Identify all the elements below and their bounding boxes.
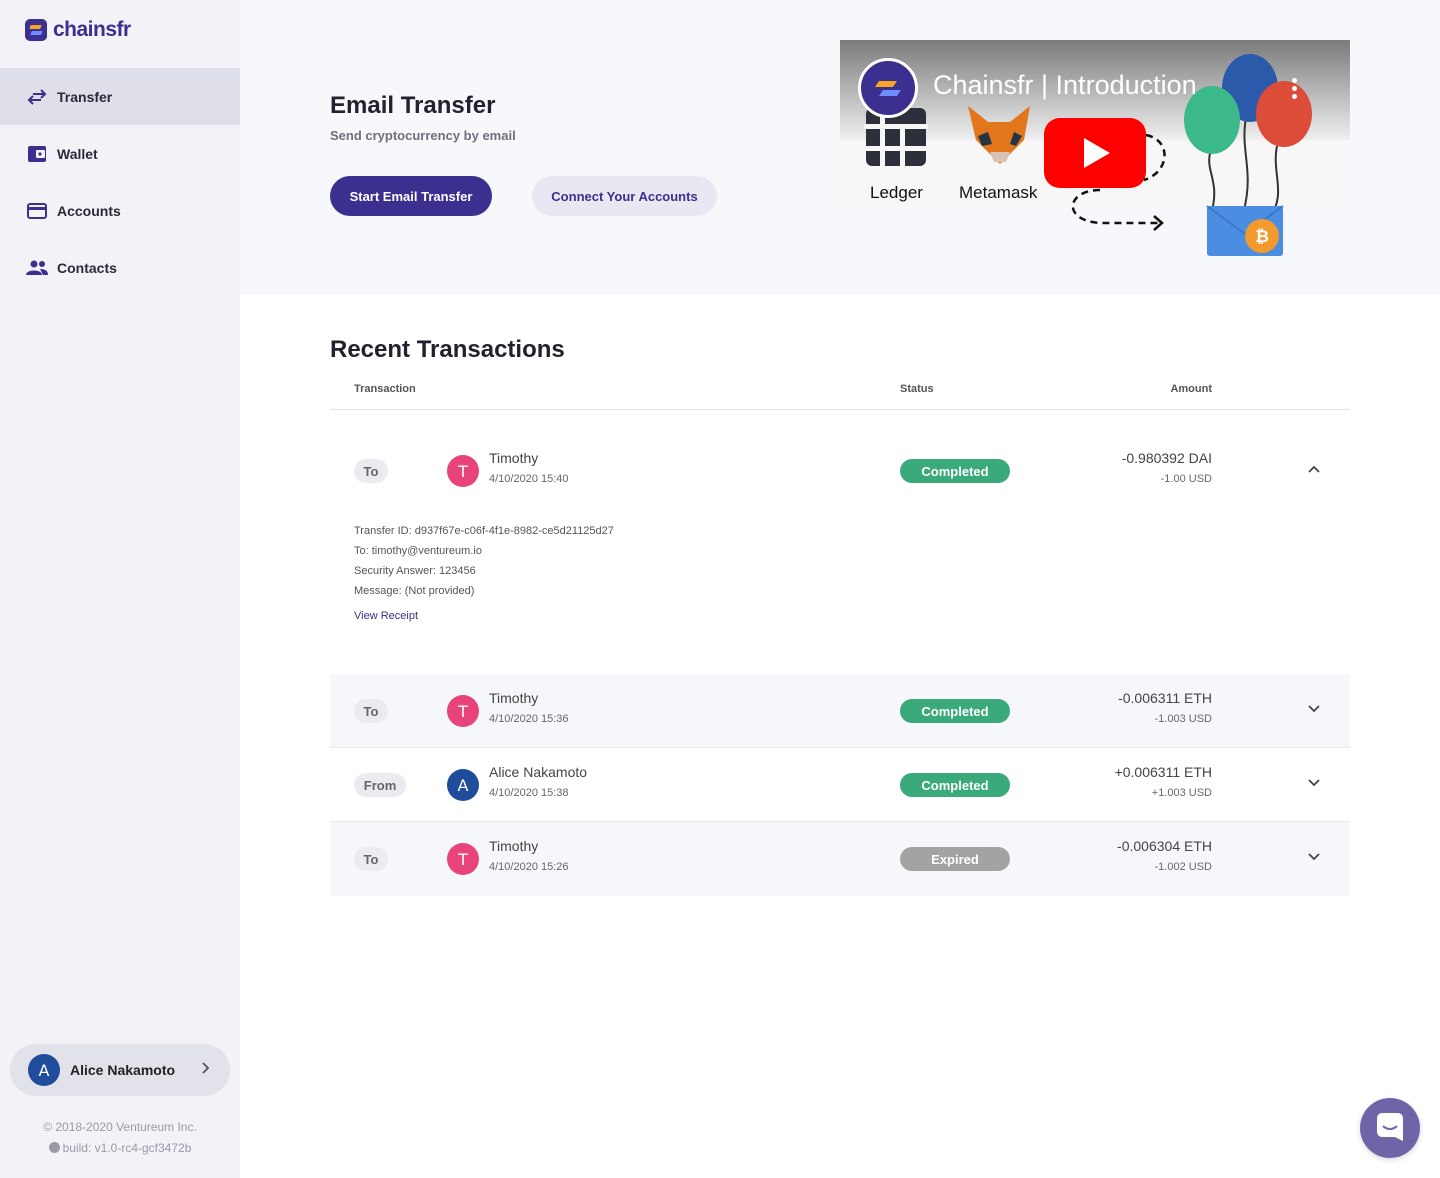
svg-text:₿: ₿ [1255,227,1269,247]
chevron-up-icon[interactable] [1307,462,1321,476]
amount-crypto: -0.980392 DAI [1121,450,1212,466]
page-subtitle: Send cryptocurrency by email [330,128,516,143]
chevron-down-icon[interactable] [1307,702,1321,716]
transfer-id: Transfer ID: d937f67e-c06f-4f1e-8982-ce5… [354,525,614,537]
metamask-fox-icon [968,106,1030,164]
amount-usd: -1.003 USD [1154,713,1212,725]
status-badge: Completed [900,773,1010,797]
github-icon [48,1142,60,1153]
more-options-icon[interactable] [1292,78,1297,102]
transaction-date: 4/10/2020 15:40 [489,473,569,485]
people-icon [26,257,48,279]
avatar: T [447,455,479,487]
status-badge: Completed [900,699,1010,723]
wallet-icon [26,143,48,165]
avatar: A [447,769,479,801]
hero-section: Email Transfer Send cryptocurrency by em… [240,0,1440,294]
sidebar-item-contacts[interactable]: Contacts [0,239,240,296]
transaction-date: 4/10/2020 15:36 [489,713,569,725]
sidebar-footer: © 2018-2020 Ventureum Inc. build: v1.0-r… [0,1117,240,1159]
play-button-icon [1044,118,1146,188]
channel-logo-icon [858,58,918,118]
ledger-label: Ledger [870,183,923,202]
amount-usd: -1.00 USD [1160,473,1212,485]
status-badge: Completed [900,459,1010,483]
sidebar-item-wallet[interactable]: Wallet [0,125,240,182]
connect-accounts-button[interactable]: Connect Your Accounts [532,176,717,216]
table-row[interactable]: To T Timothy 4/10/2020 15:36 Completed -… [330,674,1350,748]
build-info[interactable]: build: v1.0-rc4-gcf3472b [0,1138,240,1159]
recent-transactions-title: Recent Transactions [330,336,565,363]
sidebar-item-label: Accounts [57,202,121,219]
counterparty-name: Timothy [489,690,539,706]
transfer-message: Message: (Not provided) [354,585,475,597]
column-header-transaction: Transaction [354,383,416,395]
counterparty-name: Alice Nakamoto [489,764,588,780]
status-badge: Expired [900,847,1010,871]
security-answer: Security Answer: 123456 [354,565,476,577]
chainsfr-logo-icon [25,19,47,41]
chevron-down-icon[interactable] [1307,776,1321,790]
copyright-text: © 2018-2020 Ventureum Inc. [43,1120,197,1134]
build-text: build: v1.0-rc4-gcf3472b [62,1141,192,1155]
app-logo[interactable]: chainsfr [25,18,131,42]
table-row[interactable]: To T Timothy 4/10/2020 15:40 Completed -… [330,434,1350,508]
amount-crypto: -0.006304 ETH [1117,838,1212,854]
recipient-email: To: timothy@ventureum.io [354,545,482,557]
card-icon [26,200,48,222]
sidebar-nav: Transfer Wallet Accounts Contacts [0,68,240,296]
avatar: A [28,1054,60,1086]
amount-crypto: +0.006311 ETH [1114,764,1212,780]
sidebar-item-transfer[interactable]: Transfer [0,68,240,125]
transfer-icon [26,86,48,108]
amount-crypto: -0.006311 ETH [1118,690,1212,706]
chevron-down-icon[interactable] [1307,850,1321,864]
column-header-amount: Amount [1170,383,1212,395]
start-email-transfer-button[interactable]: Start Email Transfer [330,176,492,216]
table-row[interactable]: To T Timothy 4/10/2020 15:26 Expired -0.… [330,822,1350,896]
direction-badge: From [354,773,406,797]
direction-badge: To [354,699,388,723]
transaction-date: 4/10/2020 15:38 [489,787,569,799]
sidebar-item-label: Transfer [57,88,113,105]
intro-video-player[interactable]: ₿ Chainsfr | Introduction Ledger Metamas… [840,40,1350,256]
transaction-details: Transfer ID: d937f67e-c06f-4f1e-8982-ce5… [354,521,614,601]
amount-usd: +1.003 USD [1151,787,1212,799]
logo-text: chainsfr [53,18,131,41]
metamask-label: Metamask [959,183,1038,202]
column-header-status: Status [900,383,934,395]
avatar: T [447,843,479,875]
sidebar: chainsfr Transfer Wallet Accounts Contac… [0,0,240,1178]
amount-usd: -1.002 USD [1154,861,1212,873]
counterparty-name: Timothy [489,450,539,466]
chat-icon [1375,1111,1405,1146]
table-row[interactable]: From A Alice Nakamoto 4/10/2020 15:38 Co… [330,748,1350,822]
transactions-table-header: Transaction Status Amount [330,370,1350,410]
bitcoin-envelope-icon: ₿ [1206,205,1284,256]
chevron-right-icon [202,1061,210,1079]
chat-launcher-button[interactable] [1360,1098,1420,1158]
counterparty-name: Timothy [489,838,539,854]
view-receipt-link[interactable]: View Receipt [354,610,418,622]
sidebar-item-accounts[interactable]: Accounts [0,182,240,239]
direction-badge: To [354,847,388,871]
direction-badge: To [354,459,388,483]
video-title: Chainsfr | Introduction [933,70,1197,100]
sidebar-item-label: Wallet [57,145,98,162]
user-name: Alice Nakamoto [70,1062,176,1078]
user-menu-button[interactable]: A Alice Nakamoto [10,1044,230,1096]
avatar: T [447,695,479,727]
page-title: Email Transfer [330,92,496,119]
sidebar-item-label: Contacts [57,259,117,276]
transaction-date: 4/10/2020 15:26 [489,861,569,873]
